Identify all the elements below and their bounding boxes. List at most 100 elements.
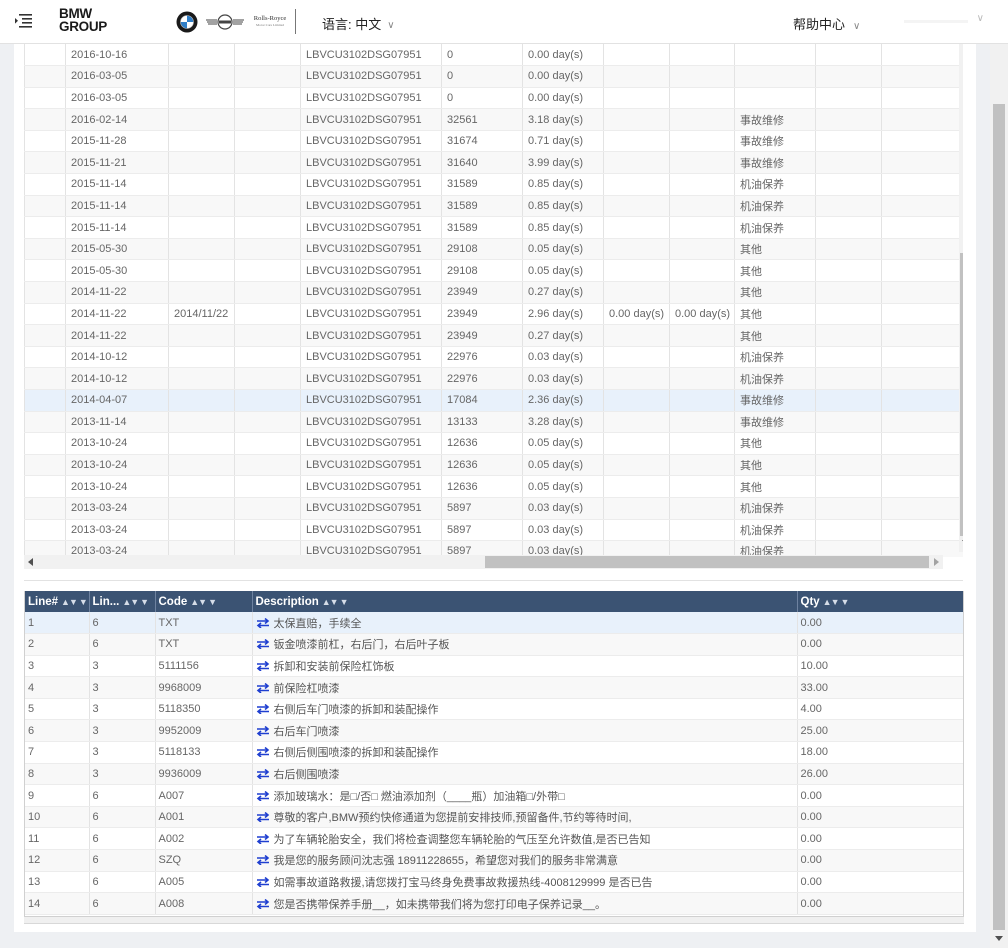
menu-toggle-icon[interactable] (14, 13, 34, 29)
column-header-line-no[interactable]: Line# ▲▼ ▼ (25, 591, 90, 612)
page-vertical-scrollbar[interactable] (990, 44, 1008, 948)
description-cell: 如需事故道路救援,请您拨打宝马终身免费事故救援热线-4008129999 是否已… (252, 871, 798, 894)
table-row[interactable]: 14 6 A008 您是否携带保养手册__，如未携带我们将为您打印电子保养记录__。 0… (25, 892, 963, 915)
column-header-code[interactable]: Code ▲▼ ▼ (155, 591, 253, 612)
history-vertical-scrollbar[interactable] (959, 44, 963, 552)
filter-icon[interactable]: ▼ (208, 597, 217, 607)
swap-arrows-icon[interactable] (256, 660, 270, 671)
mileage-cell: 22976 (441, 346, 523, 369)
scroll-left-arrow-icon[interactable] (28, 558, 33, 566)
row-select-cell (24, 44, 66, 67)
col3-cell (234, 87, 301, 110)
table-row[interactable]: 9 6 A007 添加玻璃水：是□/否□ 燃油添加剂（____瓶）加油箱□/外带□ 0.… (25, 784, 963, 807)
table-row[interactable]: 2015-05-30 LBVCU3102DSG07951 29108 0.05 day… (24, 238, 963, 261)
table-row[interactable]: 2015-11-28 LBVCU3102DSG07951 31674 0.71 day… (24, 130, 963, 153)
table-row[interactable]: 2013-11-14 LBVCU3102DSG07951 13133 3.28 day… (24, 411, 963, 434)
swap-arrows-icon[interactable] (256, 855, 270, 866)
table-row[interactable]: 2016-02-14 LBVCU3102DSG07951 32561 3.18 day… (24, 108, 963, 131)
column-header-description[interactable]: Description ▲▼ ▼ (252, 591, 798, 612)
table-row[interactable]: 11 6 A002 为了车辆轮胎安全，我们将检查调整您车辆轮胎的气压至允许数值,是否已… (25, 827, 963, 851)
table-row[interactable]: 2015-11-14 LBVCU3102DSG07951 31589 0.85 day… (24, 216, 963, 239)
duration1-cell (603, 238, 670, 261)
scrollbar-thumb[interactable] (485, 556, 929, 568)
filter-icon[interactable]: ▼ (841, 597, 850, 607)
row-select-cell (24, 281, 66, 304)
table-row[interactable]: 2013-03-24 LBVCU3102DSG07951 5897 0.03 day(… (24, 519, 963, 542)
empty-cell (815, 65, 882, 88)
duration1-cell (603, 130, 670, 153)
swap-arrows-icon[interactable] (256, 682, 270, 693)
sort-icon[interactable]: ▲▼ (122, 597, 139, 607)
table-row[interactable]: 2016-03-05 LBVCU3102DSG07951 0 0.00 day(s) (24, 87, 963, 110)
language-selector[interactable]: 语言: 中文 ∨ (322, 14, 395, 33)
description-cell: 拆卸和安装前保险杠饰板 (252, 655, 798, 678)
table-row[interactable]: 2014-11-22 2014/11/22 LBVCU3102DSG07951 239… (24, 303, 963, 326)
line-no-cell: 3 (25, 655, 90, 678)
history-horizontal-scrollbar[interactable] (24, 555, 943, 569)
table-row[interactable]: 2014-10-12 LBVCU3102DSG07951 22976 0.03 day… (24, 367, 963, 390)
filter-icon[interactable]: ▼ (140, 597, 149, 607)
sort-icon[interactable]: ▲▼ (322, 597, 339, 607)
table-row[interactable]: 2016-03-05 LBVCU3102DSG07951 0 0.00 day(s) (24, 65, 963, 88)
scroll-right-arrow-icon[interactable] (934, 558, 939, 566)
table-row[interactable]: 6 3 9952009 右后车门喷漆 25.00 (25, 719, 963, 743)
filter-icon[interactable]: ▼ (79, 597, 88, 607)
table-row[interactable]: 7 3 5118133 右侧后侧围喷漆的拆卸和装配操作 18.00 (25, 741, 963, 764)
swap-arrows-icon[interactable] (256, 790, 270, 801)
qty-cell: 0.00 (797, 806, 963, 829)
filter-icon[interactable]: ▼ (340, 597, 349, 607)
vin-cell: LBVCU3102DSG07951 (300, 151, 442, 175)
table-row[interactable]: 2 6 TXT 钣金喷漆前杠，右后门，右后叶子板 0.00 (25, 633, 963, 656)
table-row[interactable]: 2014-04-07 LBVCU3102DSG07951 17084 2.36 day… (24, 389, 963, 412)
swap-arrows-icon[interactable] (256, 704, 270, 715)
sort-icon[interactable]: ▲▼ (823, 597, 840, 607)
qty-cell: 0.00 (797, 633, 963, 656)
duration2-cell (669, 130, 735, 153)
table-row[interactable]: 1 6 TXT 太保直赔，手续全 0.00 (25, 612, 963, 635)
table-row[interactable]: 12 6 SZQ 我是您的服务顾问沈志强 18911228655，希望您对我们的服务非… (25, 849, 963, 872)
table-row[interactable]: 2013-03-24 LBVCU3102DSG07951 5897 0.03 day(… (24, 497, 963, 520)
empty-cell (815, 216, 882, 239)
table-row[interactable]: 13 6 A005 如需事故道路救援,请您拨打宝马终身免费事故救援热线-4008129… (25, 871, 963, 894)
job-lines-table: Line# ▲▼ ▼ Lin... ▲▼ ▼ Code ▲▼ ▼ Description ▲▼… (25, 591, 963, 915)
table-row[interactable]: 2016-10-16 LBVCU3102DSG07951 0 0.00 day(s) (24, 44, 963, 67)
table-row[interactable]: 2014-11-22 LBVCU3102DSG07951 23949 0.27 day… (24, 281, 963, 304)
swap-arrows-icon[interactable] (256, 747, 270, 758)
table-row[interactable]: 2013-10-24 LBVCU3102DSG07951 12636 0.05 day… (24, 475, 963, 498)
sort-icon[interactable]: ▲▼ (190, 597, 207, 607)
swap-arrows-icon[interactable] (256, 898, 270, 909)
table-row[interactable]: 3 3 5111156 拆卸和安装前保险杠饰板 10.00 (25, 655, 963, 678)
help-center-menu[interactable]: 帮助中心 ∨ (793, 14, 860, 33)
user-menu[interactable]: ∨ (898, 13, 984, 30)
table-row[interactable]: 2015-05-30 LBVCU3102DSG07951 29108 0.05 day… (24, 259, 963, 283)
table-row[interactable]: 2013-10-24 LBVCU3102DSG07951 12636 0.05 day… (24, 454, 963, 477)
sort-icon[interactable]: ▲▼ (61, 597, 78, 607)
swap-arrows-icon[interactable] (256, 725, 270, 736)
swap-arrows-icon[interactable] (256, 833, 270, 844)
table-row[interactable]: 10 6 A001 尊敬的客户,BMW预约快修通道为您提前安排技师,预留备件,节约等待… (25, 806, 963, 829)
table-row[interactable]: 2015-11-14 LBVCU3102DSG07951 31589 0.85 day… (24, 173, 963, 196)
table-row[interactable]: 2015-11-14 LBVCU3102DSG07951 31589 0.85 day… (24, 195, 963, 218)
column-header-line-type[interactable]: Lin... ▲▼ ▼ (89, 591, 156, 612)
scrollbar-thumb[interactable] (960, 253, 963, 536)
swap-arrows-icon[interactable] (256, 639, 270, 650)
swap-arrows-icon[interactable] (256, 876, 270, 887)
scroll-down-arrow-icon[interactable] (962, 540, 963, 545)
scrollbar-thumb[interactable] (993, 104, 1005, 930)
column-header-qty[interactable]: Qty ▲▼ ▼ (797, 591, 963, 612)
scroll-down-arrow-icon[interactable] (995, 936, 1003, 941)
vin-cell: LBVCU3102DSG07951 (300, 216, 442, 239)
swap-arrows-icon[interactable] (256, 812, 270, 823)
table-row[interactable]: 2014-10-12 LBVCU3102DSG07951 22976 0.03 day… (24, 346, 963, 369)
table-row[interactable]: 2013-10-24 LBVCU3102DSG07951 12636 0.05 day… (24, 432, 963, 455)
swap-arrows-icon[interactable] (256, 617, 270, 628)
table-row[interactable]: 2015-11-21 LBVCU3102DSG07951 31640 3.99 day… (24, 151, 963, 175)
date2-cell (168, 519, 235, 542)
description-text: 太保直赔，手续全 (273, 617, 362, 630)
empty-cell (881, 238, 963, 261)
table-row[interactable]: 5 3 5118350 右侧后车门喷漆的拆卸和装配操作 4.00 (25, 698, 963, 721)
table-row[interactable]: 4 3 9968009 前保险杠喷漆 33.00 (25, 676, 963, 699)
table-row[interactable]: 2014-11-22 LBVCU3102DSG07951 23949 0.27 day… (24, 324, 963, 347)
swap-arrows-icon[interactable] (256, 768, 270, 779)
table-row[interactable]: 8 3 9936009 右后侧围喷漆 26.00 (25, 763, 963, 786)
